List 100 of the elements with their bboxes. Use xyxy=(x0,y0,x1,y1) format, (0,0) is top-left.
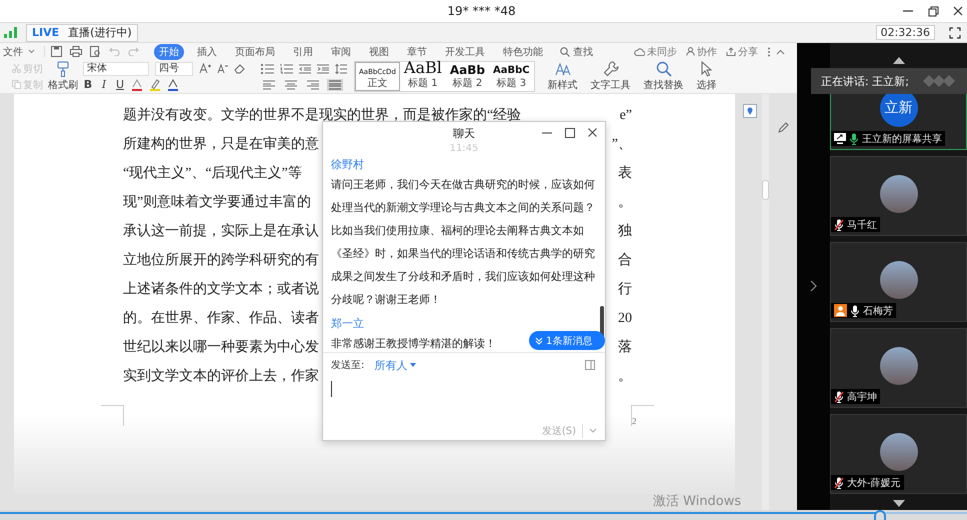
document-text: 立地位所展开的跨学科研究的有 xyxy=(123,251,319,270)
format-painter-button[interactable]: 格式刷 xyxy=(48,61,78,92)
document-text: 的。在世界、作家、作品、读者 xyxy=(123,309,319,328)
align-button[interactable] xyxy=(327,78,343,90)
participant-tile[interactable]: 马千红 xyxy=(830,156,967,236)
paint-brush-icon xyxy=(55,61,71,77)
search-button[interactable]: 查找 xyxy=(560,44,593,58)
close-icon[interactable] xyxy=(953,6,964,16)
copy-icon xyxy=(12,80,21,89)
participant-tile[interactable]: 高宇坤 xyxy=(830,328,967,408)
live-status: 直播(进行中) xyxy=(68,25,132,40)
toolbar-action[interactable]: 分享 xyxy=(726,44,758,58)
scissors-icon xyxy=(12,64,21,73)
ribbon-tab[interactable]: 视图 xyxy=(364,44,394,60)
search-icon xyxy=(560,46,570,56)
elapsed-timer: 02:32:36 xyxy=(876,25,935,40)
pencil-icon[interactable] xyxy=(778,122,788,133)
font-family-field[interactable]: 宋体 xyxy=(83,62,149,76)
message-sender: 徐野村 xyxy=(331,157,365,173)
document-text: 合 xyxy=(618,252,632,270)
chevron-right-icon[interactable] xyxy=(810,280,817,292)
expand-icon[interactable] xyxy=(585,360,595,370)
align-button[interactable] xyxy=(305,78,321,90)
style-option[interactable]: AaBbC 标题 3 xyxy=(489,62,534,91)
shrink-font-icon[interactable] xyxy=(217,63,228,74)
send-to-label: 发送至: xyxy=(331,359,364,372)
numbered-list-icon[interactable] xyxy=(280,64,293,74)
font-color-icon[interactable] xyxy=(131,78,143,90)
style-option[interactable]: AaBb 标题 2 xyxy=(446,62,489,91)
toolbar-action[interactable]: 协作 xyxy=(686,44,717,58)
align-button[interactable] xyxy=(283,78,299,90)
wrench-icon xyxy=(602,61,619,77)
message-text: 非常感谢王教授博学精湛的解读！ xyxy=(331,336,496,352)
share-icon xyxy=(726,47,736,56)
scrollbar[interactable] xyxy=(762,94,769,510)
format-button[interactable]: B xyxy=(83,78,93,91)
document-text: 承认这一前提，实际上是在承认 xyxy=(123,222,319,241)
document-text: 行 xyxy=(618,281,632,299)
document-text: 实到文学文本的评价上去，作家 xyxy=(123,367,319,386)
participant-tile[interactable]: 石梅芳 xyxy=(830,242,967,322)
ribbon-tab[interactable]: 审阅 xyxy=(326,44,356,60)
tool-button[interactable]: 文字工具 xyxy=(590,61,631,92)
outdent-icon[interactable] xyxy=(299,64,311,74)
document-text: 上述诸条件的文学文本；或者说 xyxy=(123,280,319,299)
highlight-icon[interactable] xyxy=(149,78,161,90)
new-message-button[interactable]: 1条新消息 xyxy=(529,331,605,350)
close-icon[interactable] xyxy=(588,128,597,137)
format-button[interactable]: U xyxy=(115,78,125,91)
collapse-icon[interactable] xyxy=(776,48,785,54)
font-size-field[interactable]: 四号 xyxy=(155,62,193,76)
page-number: 2 xyxy=(632,416,636,426)
ribbon-tab[interactable]: 特色功能 xyxy=(498,44,548,60)
maximize-icon[interactable] xyxy=(565,128,575,138)
chevron-down-icon[interactable] xyxy=(28,49,35,54)
style-option[interactable]: AaBl 标题 1 xyxy=(400,62,446,91)
grow-font-icon[interactable] xyxy=(199,63,211,74)
toolbar-action[interactable]: 未同步 xyxy=(634,44,677,58)
scroll-up-icon[interactable] xyxy=(892,57,904,64)
line-spacing-icon[interactable] xyxy=(335,64,347,74)
indent-icon[interactable] xyxy=(317,64,329,74)
more-icon[interactable] xyxy=(767,46,771,56)
window-title: 19* *** *48 xyxy=(447,4,516,18)
save-icon[interactable] xyxy=(51,46,62,57)
tool-button[interactable]: 新样式 xyxy=(548,61,578,92)
scroll-down-icon[interactable] xyxy=(892,500,904,507)
preview-icon[interactable] xyxy=(90,46,101,57)
progress-track[interactable] xyxy=(0,510,967,520)
align-button[interactable] xyxy=(261,78,277,90)
location-pin-icon[interactable] xyxy=(743,104,757,118)
ribbon-tab[interactable]: 页面布局 xyxy=(230,44,280,60)
text-color-icon[interactable] xyxy=(167,78,179,90)
name-label: 大外-薛媛元 xyxy=(831,475,904,490)
print-icon[interactable] xyxy=(70,46,82,57)
restore-icon[interactable] xyxy=(928,6,940,16)
document-text: 落 xyxy=(618,338,632,357)
tool-button[interactable]: 选择 xyxy=(696,61,717,92)
eraser-icon[interactable] xyxy=(234,63,246,74)
fullscreen-icon[interactable] xyxy=(949,26,961,38)
file-menu[interactable]: 文件 xyxy=(3,44,23,58)
name-label: 石梅芳 xyxy=(831,303,896,318)
format-button[interactable]: I xyxy=(99,78,109,91)
logo-icon xyxy=(923,74,955,88)
recipient-dropdown[interactable]: 所有人 xyxy=(374,358,416,372)
participant-tile[interactable]: 大外-薛媛元 xyxy=(830,414,967,494)
document-text: 所建构的世界，只是在审美的意 xyxy=(123,135,319,154)
progress-thumb[interactable] xyxy=(874,510,886,520)
name-label: 王立新的屏幕共享 xyxy=(831,131,945,146)
ribbon-tab[interactable]: 开发工具 xyxy=(440,44,490,60)
live-label: LIVE xyxy=(32,26,60,39)
ribbon-tab[interactable]: 章节 xyxy=(402,44,432,60)
document-text: e” xyxy=(620,107,632,125)
ribbon-tab[interactable]: 引用 xyxy=(288,44,318,60)
ribbon-tab[interactable]: 开始 xyxy=(154,44,184,60)
ribbon-tab[interactable]: 插入 xyxy=(192,44,222,60)
chevron-down-icon[interactable] xyxy=(589,428,597,433)
message-sender: 郑一立 xyxy=(331,316,365,332)
bullet-list-icon[interactable] xyxy=(261,64,274,74)
document-text: ”、 xyxy=(612,136,632,154)
tool-button[interactable]: 查找替换 xyxy=(644,61,684,92)
activation-notice: 激活 Windows xyxy=(653,493,742,510)
